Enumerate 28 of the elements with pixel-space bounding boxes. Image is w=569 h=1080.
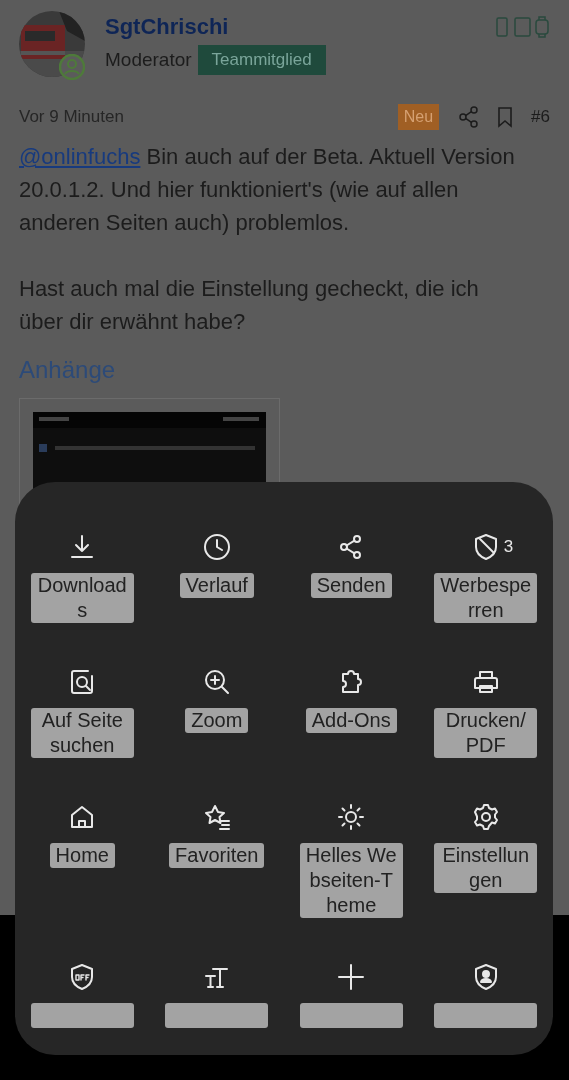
post-paragraph: @onlinfuchs Bin auch auf der Beta. Aktuell Version 20.0.1.2. Und hier funktioniert's (wie auf allen anderen Seiten auch) problemlos. [19,143,516,237]
post-paragraph: Hast auch mal die Einstellung gecheckt, die ich über dir erwähnt habe? [19,275,480,336]
menu-item-label[interactable]: Home [49,843,115,868]
sun-icon[interactable] [337,803,366,831]
menu-item-label[interactable]: Verlauf [179,573,254,598]
clock-icon[interactable] [202,533,231,561]
count: 3 [503,536,514,559]
device-icons [496,16,550,38]
menu-item-label[interactable]: Senden [310,573,392,598]
menu-item-label[interactable]: Favoriten [169,843,265,868]
team-badge: Teammitglied [197,45,326,75]
menu-item-label[interactable]: Auf Seite suchen [30,708,134,758]
menu-item-label[interactable]: Downloads [30,573,134,623]
zoom-in-icon[interactable] [202,668,231,696]
menu-item-label[interactable]: Drucken/PDF [434,708,538,758]
settings-icon[interactable] [471,803,500,831]
bookmark-icon[interactable] [497,106,514,128]
menu-item-label[interactable]: Helles Webseiten-Theme [299,843,403,918]
user-role: Moderator [105,47,192,72]
star-list-icon[interactable] [202,803,231,831]
printer-icon[interactable] [471,668,500,696]
menu-item-label[interactable]: Add-Ons [305,708,397,733]
plus-icon[interactable] [337,963,366,991]
user-icon [59,54,85,80]
menu-item-label[interactable]: Zoom [185,708,249,733]
menu-item-label[interactable]: Werbesperren [434,573,538,623]
menu-item-label[interactable]: Einstellungen [434,843,538,893]
new-badge: Neu [397,104,440,130]
